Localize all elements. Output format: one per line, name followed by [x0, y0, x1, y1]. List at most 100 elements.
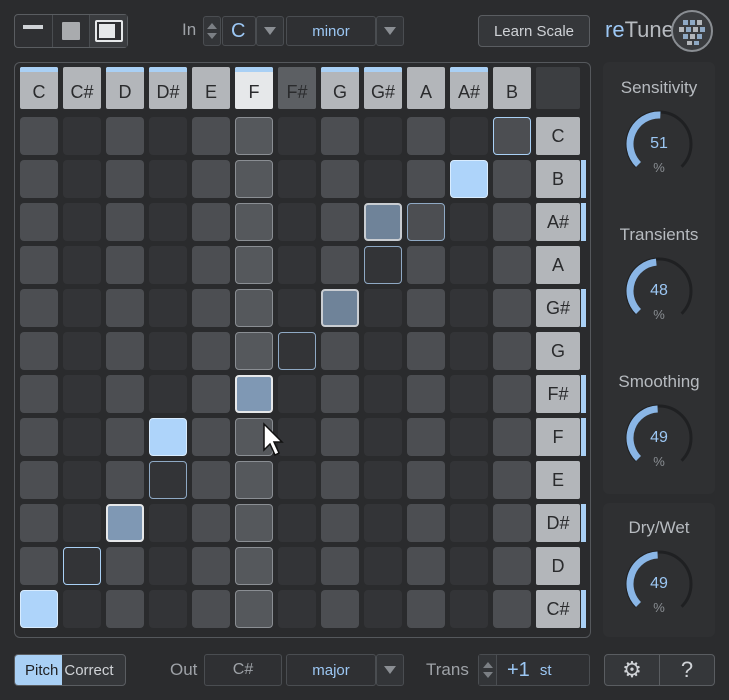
matrix-cell[interactable]: [20, 418, 58, 456]
matrix-cell[interactable]: [450, 547, 488, 585]
matrix-cell[interactable]: [278, 289, 316, 327]
matrix-cell[interactable]: [20, 246, 58, 284]
matrix-cell[interactable]: [20, 332, 58, 370]
matrix-cell[interactable]: [235, 117, 273, 155]
row-header[interactable]: D: [536, 547, 580, 585]
stepper-down-icon[interactable]: [207, 33, 217, 39]
matrix-cell[interactable]: [149, 289, 187, 327]
matrix-cell[interactable]: [106, 203, 144, 241]
column-header[interactable]: D#: [149, 67, 187, 109]
matrix-cell[interactable]: [278, 461, 316, 499]
transpose-stepper[interactable]: [479, 655, 497, 685]
matrix-cell[interactable]: [235, 461, 273, 499]
matrix-cell[interactable]: [321, 246, 359, 284]
matrix-cell[interactable]: [192, 203, 230, 241]
matrix-cell[interactable]: [235, 160, 273, 198]
row-header[interactable]: D#: [536, 504, 586, 542]
matrix-cell[interactable]: [20, 375, 58, 413]
matrix-cell[interactable]: [450, 504, 488, 542]
matrix-cell[interactable]: [407, 332, 445, 370]
matrix-cell[interactable]: [235, 375, 273, 413]
matrix-cell[interactable]: [450, 117, 488, 155]
settings-button[interactable]: ⚙: [604, 654, 660, 686]
matrix-cell[interactable]: [364, 117, 402, 155]
matrix-cell[interactable]: [106, 117, 144, 155]
matrix-cell[interactable]: [63, 160, 101, 198]
matrix-cell[interactable]: [364, 590, 402, 628]
matrix-cell[interactable]: [321, 203, 359, 241]
matrix-cell[interactable]: [364, 418, 402, 456]
row-header[interactable]: B: [536, 160, 586, 198]
matrix-cell[interactable]: [63, 590, 101, 628]
matrix-cell[interactable]: [450, 160, 488, 198]
matrix-cell[interactable]: [364, 547, 402, 585]
matrix-cell[interactable]: [321, 117, 359, 155]
matrix-cell[interactable]: [364, 461, 402, 499]
row-header[interactable]: A: [536, 246, 580, 284]
matrix-cell[interactable]: [106, 590, 144, 628]
matrix-cell[interactable]: [106, 332, 144, 370]
matrix-cell[interactable]: [364, 504, 402, 542]
scale-out-dropdown[interactable]: [376, 654, 404, 686]
matrix-cell[interactable]: [407, 160, 445, 198]
matrix-cell[interactable]: [20, 160, 58, 198]
matrix-cell[interactable]: [63, 246, 101, 284]
matrix-cell[interactable]: [364, 160, 402, 198]
matrix-cell[interactable]: [493, 160, 531, 198]
matrix-cell[interactable]: [63, 547, 101, 585]
matrix-cell[interactable]: [149, 117, 187, 155]
scale-in-select[interactable]: minor: [286, 16, 376, 46]
matrix-cell[interactable]: [450, 461, 488, 499]
matrix-cell[interactable]: [106, 246, 144, 284]
pitch-correct-toggle[interactable]: Pitch Correct: [14, 654, 126, 686]
matrix-cell[interactable]: [149, 332, 187, 370]
matrix-cell[interactable]: [63, 461, 101, 499]
column-header[interactable]: G: [321, 67, 359, 109]
matrix-cell[interactable]: [192, 418, 230, 456]
matrix-cell[interactable]: [493, 246, 531, 284]
scale-out-select[interactable]: major: [286, 654, 376, 686]
matrix-cell[interactable]: [20, 547, 58, 585]
column-header[interactable]: E: [192, 67, 230, 109]
matrix-cell[interactable]: [235, 547, 273, 585]
matrix-cell[interactable]: [450, 418, 488, 456]
matrix-cell[interactable]: [235, 332, 273, 370]
matrix-cell[interactable]: [235, 203, 273, 241]
matrix-cell[interactable]: [235, 590, 273, 628]
matrix-cell[interactable]: [450, 246, 488, 284]
matrix-cell[interactable]: [20, 504, 58, 542]
matrix-cell[interactable]: [149, 504, 187, 542]
matrix-cell[interactable]: [321, 590, 359, 628]
matrix-cell[interactable]: [493, 547, 531, 585]
matrix-cell[interactable]: [407, 203, 445, 241]
matrix-cell[interactable]: [278, 547, 316, 585]
matrix-cell[interactable]: [235, 246, 273, 284]
matrix-cell[interactable]: [149, 375, 187, 413]
matrix-cell[interactable]: [364, 289, 402, 327]
stepper-up-icon[interactable]: [482, 662, 493, 668]
matrix-cell[interactable]: [192, 160, 230, 198]
learn-scale-button[interactable]: Learn Scale: [478, 15, 590, 47]
column-header[interactable]: B: [493, 67, 531, 109]
matrix-cell[interactable]: [450, 289, 488, 327]
matrix-cell[interactable]: [450, 203, 488, 241]
matrix-cell[interactable]: [493, 203, 531, 241]
column-header[interactable]: C: [20, 67, 58, 109]
matrix-cell[interactable]: [321, 160, 359, 198]
matrix-cell[interactable]: [278, 375, 316, 413]
matrix-cell[interactable]: [106, 375, 144, 413]
matrix-cell[interactable]: [149, 461, 187, 499]
matrix-cell[interactable]: [192, 289, 230, 327]
matrix-cell[interactable]: [493, 375, 531, 413]
view-medium-button[interactable]: [53, 15, 91, 47]
column-header[interactable]: A#: [450, 67, 488, 109]
matrix-cell[interactable]: [278, 332, 316, 370]
transpose-control[interactable]: +1 st: [478, 654, 590, 686]
scale-in-dropdown[interactable]: [376, 16, 404, 46]
matrix-cell[interactable]: [149, 203, 187, 241]
matrix-cell[interactable]: [20, 461, 58, 499]
matrix-cell[interactable]: [493, 289, 531, 327]
matrix-cell[interactable]: [321, 418, 359, 456]
matrix-cell[interactable]: [450, 332, 488, 370]
matrix-cell[interactable]: [493, 332, 531, 370]
